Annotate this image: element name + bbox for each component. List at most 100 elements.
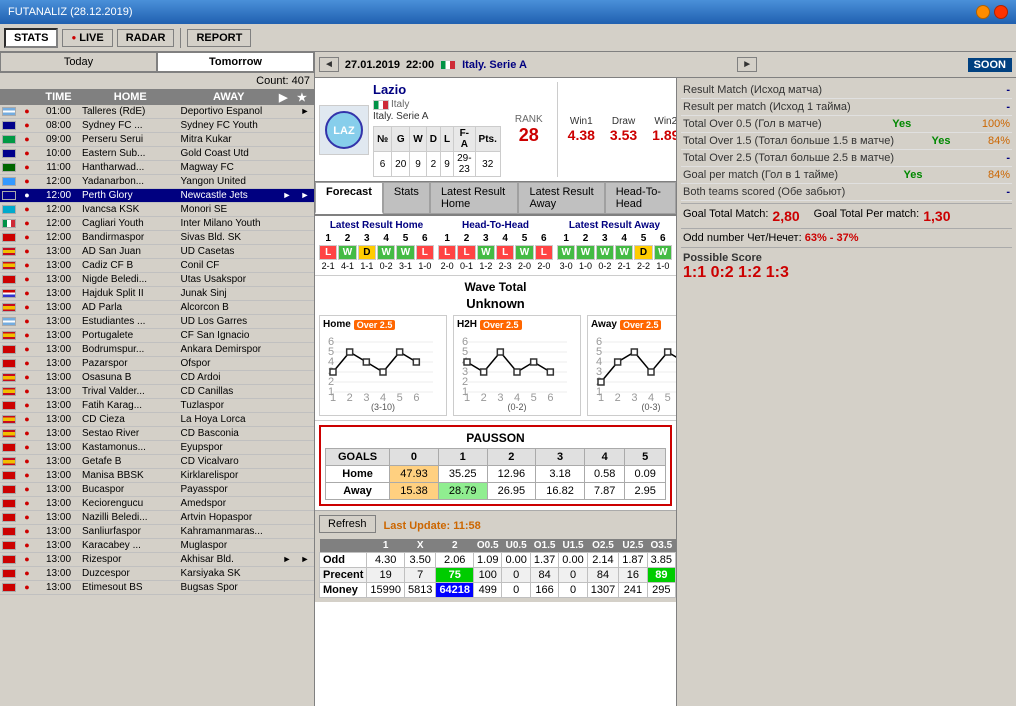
- match-row[interactable]: ● 13:00 Fatih Karag... Tuzlaspor: [0, 399, 314, 413]
- match-status: ●: [18, 133, 36, 146]
- home-results-block: Latest Result Home 123456LWDWWL2-14-11-1…: [319, 220, 434, 271]
- match-row[interactable]: ● 13:00 Etimesout BS Bugsas Spor: [0, 581, 314, 595]
- match-row[interactable]: ● 13:00 Kastamonus... Eyupspor: [0, 441, 314, 455]
- match-btn1: [278, 469, 296, 482]
- nav-tab-0[interactable]: Forecast: [315, 182, 383, 214]
- match-time: 13:00: [36, 525, 81, 538]
- match-home: Osasuna B: [81, 371, 180, 384]
- match-row[interactable]: ● 13:00 Rizespor Akhisar Bld. ► ►: [0, 553, 314, 567]
- match-row[interactable]: ● 13:00 Bodrumspur... Ankara Demirspor: [0, 343, 314, 357]
- match-row[interactable]: ● 13:00 Nigde Beledi... Utas Usakspor: [0, 273, 314, 287]
- match-row[interactable]: ● 12:00 Ivancsa KSK Monori SE: [0, 203, 314, 217]
- match-flag: [0, 483, 18, 496]
- stats-btn[interactable]: STATS: [4, 28, 58, 48]
- match-time: 13:00: [36, 273, 81, 286]
- nav-tab-4[interactable]: Head-To-Head: [605, 182, 676, 214]
- close-btn[interactable]: [994, 5, 1008, 19]
- match-home: Ivancsa KSK: [81, 203, 180, 216]
- match-row[interactable]: ● 13:00 Estudiantes ... UD Los Garres: [0, 315, 314, 329]
- match-row[interactable]: ● 13:00 Sanliurfaspor Kahramanmaras...: [0, 525, 314, 539]
- match-flag: [0, 119, 18, 132]
- match-btn2[interactable]: ►: [296, 553, 314, 566]
- match-row[interactable]: ● 13:00 Cadiz CF B Conil CF: [0, 259, 314, 273]
- match-row[interactable]: ● 13:00 Bucaspor Payasspor: [0, 483, 314, 497]
- match-flag: [0, 441, 18, 454]
- match-time: 13:00: [36, 385, 81, 398]
- match-row[interactable]: ● 11:00 Hantharwad... Magway FC: [0, 161, 314, 175]
- match-row[interactable]: ● 08:00 Sydney FC ... Sydney FC Youth: [0, 119, 314, 133]
- stat-item: Result per match (Исход 1 тайма) -: [681, 99, 1012, 116]
- main-container: Today Tomorrow Count: 407 TIME HOME AWAY…: [0, 52, 1016, 706]
- match-row[interactable]: ● 13:00 Keciorengucu Amedspor: [0, 497, 314, 511]
- match-row[interactable]: ● 13:00 CD Cieza La Hoya Lorca: [0, 413, 314, 427]
- odds-section: Refresh Last Update: 11:58 1X2O0.5U0.5O1…: [315, 510, 676, 602]
- tab-today[interactable]: Today: [0, 52, 157, 72]
- match-row[interactable]: ● 09:00 Perseru Serui Mitra Kukar: [0, 133, 314, 147]
- match-away: Inter Milano Youth: [180, 217, 279, 230]
- date-nav-next[interactable]: ►: [737, 57, 757, 72]
- match-btn2: [296, 119, 314, 132]
- match-btn2[interactable]: ►: [296, 189, 314, 202]
- date-nav-prev[interactable]: ◄: [319, 57, 339, 72]
- match-row[interactable]: ● 13:00 AD San Juan UD Casetas: [0, 245, 314, 259]
- live-btn[interactable]: ● LIVE: [62, 29, 112, 47]
- match-status: ●: [18, 553, 36, 566]
- match-away: Karsiyaka SK: [180, 567, 279, 580]
- match-row[interactable]: ● 12:00 Bandirmaspor Sivas Bld. SK: [0, 231, 314, 245]
- radar-btn[interactable]: RADAR: [117, 29, 175, 47]
- report-btn[interactable]: REPORT: [187, 29, 251, 47]
- match-time: 13:00: [36, 259, 81, 272]
- match-home: Keciorengucu: [81, 497, 180, 510]
- match-row[interactable]: ● 10:00 Eastern Sub... Gold Coast Utd: [0, 147, 314, 161]
- match-btn2: [296, 161, 314, 174]
- match-away: Bugsas Spor: [180, 581, 279, 594]
- match-home: Talleres (RdE): [81, 105, 180, 118]
- match-row[interactable]: ● 13:00 Portugalete CF San Ignacio: [0, 329, 314, 343]
- odd-val: 63% - 37%: [805, 232, 859, 244]
- possible-score-section: Possible Score 1:1 0:2 1:2 1:3: [681, 247, 1012, 286]
- minimize-btn[interactable]: [976, 5, 990, 19]
- wave-badge: Over 2.5: [620, 320, 662, 330]
- match-btn1[interactable]: ►: [278, 553, 296, 566]
- tab-tomorrow[interactable]: Tomorrow: [157, 52, 314, 72]
- match-row[interactable]: ● 13:00 Osasuna B CD Ardoi: [0, 371, 314, 385]
- match-row[interactable]: ● 13:00 AD Parla Alcorcon B: [0, 301, 314, 315]
- match-flag: [0, 357, 18, 370]
- match-btn1: [278, 581, 296, 594]
- match-home: Cadiz CF B: [81, 259, 180, 272]
- match-status: ●: [18, 399, 36, 412]
- match-away: Monori SE: [180, 203, 279, 216]
- match-away: La Hoya Lorca: [180, 413, 279, 426]
- match-row[interactable]: ● 13:00 Manisa BBSK Kirklarelispor: [0, 469, 314, 483]
- match-btn2: [296, 273, 314, 286]
- match-btn1: [278, 105, 296, 118]
- match-flag: [0, 273, 18, 286]
- league-flag: [440, 60, 456, 70]
- match-flag: [0, 245, 18, 258]
- match-row[interactable]: ● 13:00 Hajduk Split II Junak Sinj: [0, 287, 314, 301]
- match-row[interactable]: ● 13:00 Duzcespor Karsiyaka SK: [0, 567, 314, 581]
- match-row[interactable]: ● 13:00 Pazarspor Ofspor: [0, 357, 314, 371]
- nav-tab-3[interactable]: Latest Result Away: [518, 182, 604, 214]
- match-row[interactable]: ● 12:00 Yadanarbon... Yangon United: [0, 175, 314, 189]
- match-row[interactable]: ● 13:00 Nazilli Beledi... Artvin Hopaspo…: [0, 511, 314, 525]
- match-time: 08:00: [36, 119, 81, 132]
- match-btn2[interactable]: ►: [296, 105, 314, 118]
- match-row[interactable]: ● 13:00 Getafe B CD Vicalvaro: [0, 455, 314, 469]
- match-row[interactable]: ● 01:00 Talleres (RdE) Deportivo Espanol…: [0, 105, 314, 119]
- refresh-btn[interactable]: Refresh: [319, 515, 376, 533]
- match-row[interactable]: ● 12:00 Perth Glory Newcastle Jets ► ►: [0, 189, 314, 203]
- match-row[interactable]: ● 12:00 Cagliari Youth Inter Milano Yout…: [0, 217, 314, 231]
- svg-text:2: 2: [615, 392, 621, 402]
- match-row[interactable]: ● 13:00 Sestao River CD Basconia: [0, 427, 314, 441]
- match-row[interactable]: ● 13:00 Karacabey ... Muglaspor: [0, 539, 314, 553]
- match-row[interactable]: ● 13:00 Trival Valder... CD Canillas: [0, 385, 314, 399]
- match-away: Conil CF: [180, 259, 279, 272]
- match-btn1[interactable]: ►: [278, 189, 296, 202]
- svg-text:6: 6: [547, 392, 553, 402]
- nav-tab-1[interactable]: Stats: [383, 182, 430, 214]
- match-status: ●: [18, 301, 36, 314]
- match-time: 12:00: [36, 175, 81, 188]
- nav-tab-2[interactable]: Latest Result Home: [430, 182, 519, 214]
- match-time: 10:00: [36, 147, 81, 160]
